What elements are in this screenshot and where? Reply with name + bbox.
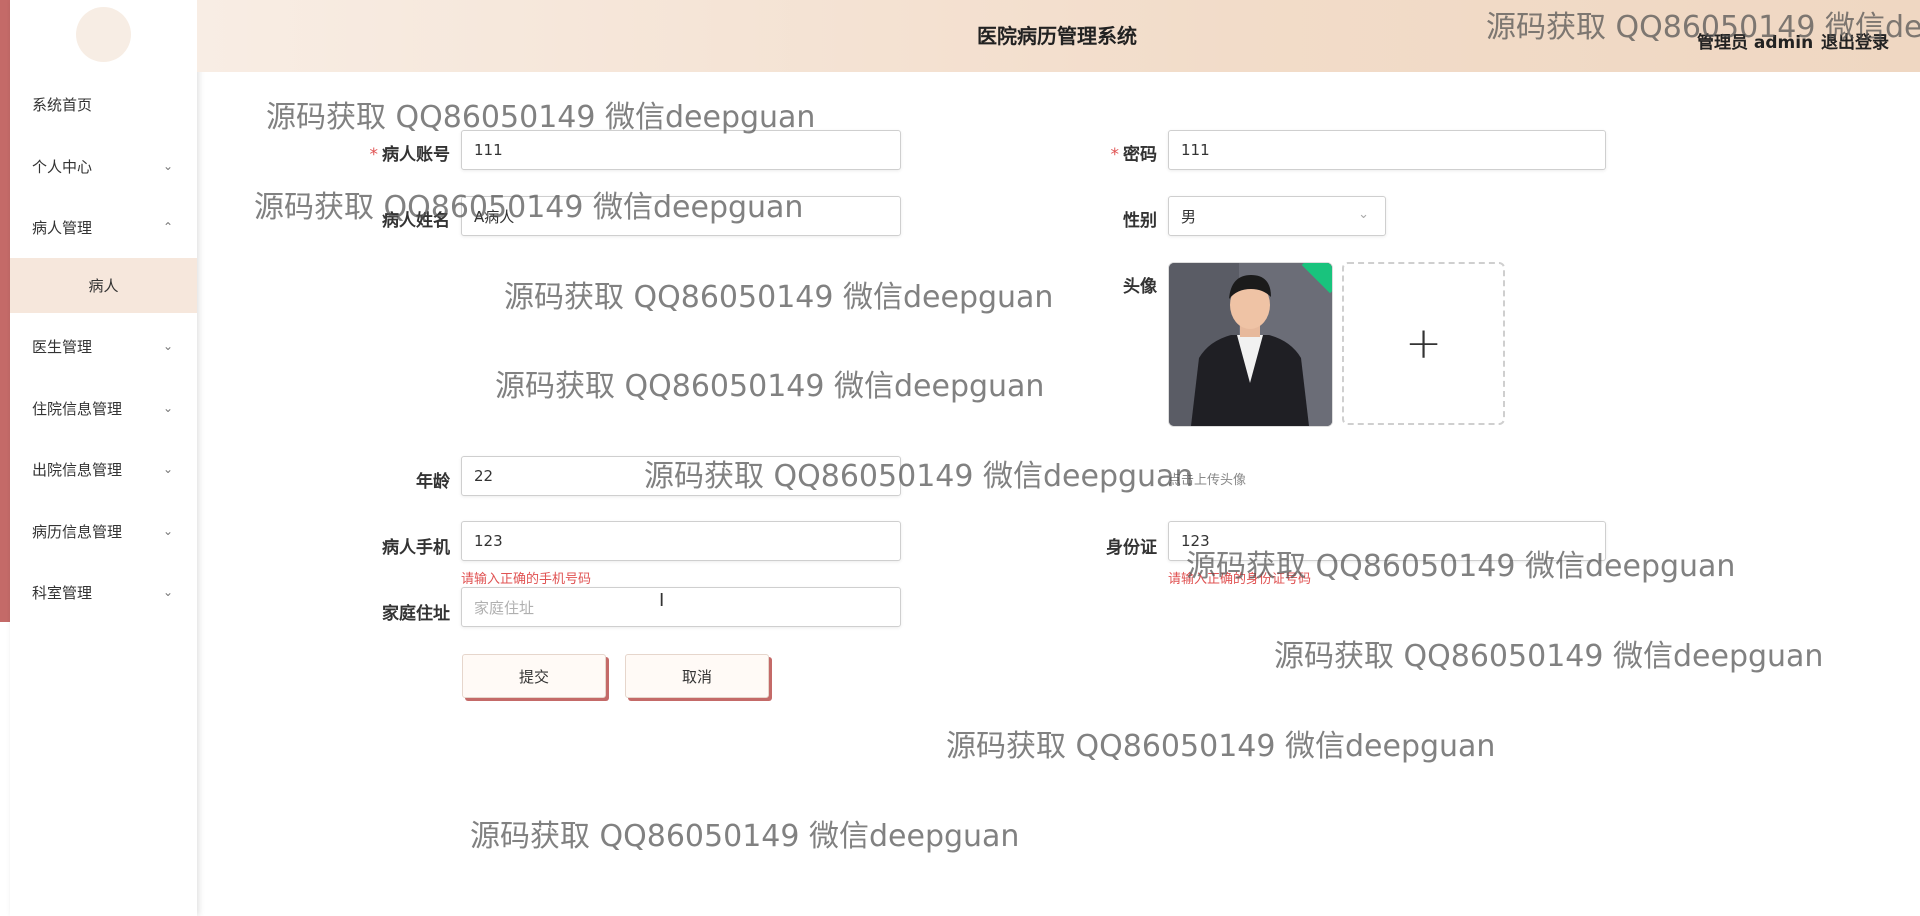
idcard-input[interactable]: 123 bbox=[1168, 521, 1606, 561]
name-input[interactable]: A病人 bbox=[461, 196, 901, 236]
plus-icon: + bbox=[1405, 318, 1442, 369]
cancel-button[interactable]: 取消 bbox=[625, 654, 769, 698]
idcard-label: 身份证 bbox=[1106, 538, 1157, 558]
page-title: 医院病历管理系统 bbox=[977, 24, 1137, 48]
phone-input[interactable]: 123 bbox=[461, 521, 901, 561]
sidebar-subitem-patient[interactable]: 病人 bbox=[10, 258, 197, 313]
phone-label: 病人手机 bbox=[382, 538, 450, 558]
watermark: 源码获取 QQ86050149 微信deepguan bbox=[1274, 639, 1824, 674]
address-input[interactable]: 家庭住址 bbox=[461, 587, 901, 627]
avatar-photo[interactable] bbox=[1168, 262, 1333, 427]
sidebar-item-doctor-management[interactable]: 医生管理 ⌄ bbox=[10, 326, 197, 366]
sidebar-item-medical-record[interactable]: 病历信息管理 ⌄ bbox=[10, 511, 197, 551]
sidebar-item-inpatient-info[interactable]: 住院信息管理 ⌄ bbox=[10, 388, 197, 428]
idcard-error: 请输入正确的身份证号码 bbox=[1168, 572, 1312, 587]
logout-link[interactable]: 退出登录 bbox=[1821, 28, 1889, 53]
name-label: 病人姓名 bbox=[382, 211, 450, 231]
password-input[interactable]: 111 bbox=[1168, 130, 1606, 170]
age-input[interactable]: 22 bbox=[461, 456, 901, 496]
sidebar-item-department[interactable]: 科室管理 ⌄ bbox=[10, 572, 197, 612]
avatar bbox=[76, 7, 131, 62]
sidebar-item-label: 出院信息管理 bbox=[32, 460, 123, 479]
sidebar-item-discharge-info[interactable]: 出院信息管理 ⌄ bbox=[10, 449, 197, 489]
watermark: 源码获取 QQ86050149 微信deepguan bbox=[470, 819, 1020, 854]
chevron-down-icon: ⌄ bbox=[1358, 207, 1369, 222]
sidebar-item-label: 病人管理 bbox=[32, 218, 93, 237]
avatar-label: 头像 bbox=[1123, 277, 1157, 297]
age-label: 年龄 bbox=[416, 472, 450, 492]
chevron-down-icon: ⌄ bbox=[162, 462, 173, 476]
chevron-down-icon: ⌄ bbox=[162, 339, 173, 353]
account-input[interactable]: 111 bbox=[461, 130, 901, 170]
avatar-hint: 点击上传头像 bbox=[1168, 473, 1247, 488]
sidebar-item-label: 住院信息管理 bbox=[32, 399, 123, 418]
sidebar-item-label: 系统首页 bbox=[32, 95, 93, 114]
gender-select[interactable]: 男 ⌄ bbox=[1168, 196, 1386, 236]
sidebar-item-personal-center[interactable]: 个人中心 ⌄ bbox=[10, 146, 197, 186]
chevron-down-icon: ⌄ bbox=[162, 401, 173, 415]
watermark: 源码获取 QQ86050149 微信deepguan bbox=[504, 280, 1054, 315]
sidebar-accent-stripe bbox=[0, 0, 10, 622]
sidebar-item-label: 科室管理 bbox=[32, 583, 93, 602]
sidebar-item-patient-management[interactable]: 病人管理 ⌃ bbox=[10, 207, 197, 247]
submit-button[interactable]: 提交 bbox=[462, 654, 606, 698]
gender-select-value: 男 bbox=[1181, 207, 1197, 226]
watermark: 源码获取 QQ86050149 微信deepguan bbox=[946, 729, 1496, 764]
account-label: * 病人账号 bbox=[369, 145, 451, 165]
sidebar-item-label: 个人中心 bbox=[32, 157, 93, 176]
chevron-down-icon: ⌄ bbox=[162, 585, 173, 599]
user-label: 管理员 admin bbox=[1697, 33, 1814, 53]
address-label: 家庭住址 bbox=[382, 604, 450, 624]
sidebar-subitem-label: 病人 bbox=[88, 277, 119, 295]
sidebar-item-label: 病历信息管理 bbox=[32, 522, 123, 541]
header: 医院病历管理系统 管理员 admin 退出登录 bbox=[197, 0, 1920, 72]
chevron-up-icon: ⌃ bbox=[162, 220, 173, 234]
sidebar-item-home[interactable]: 系统首页 bbox=[10, 84, 197, 124]
chevron-down-icon: ⌄ bbox=[162, 159, 173, 173]
watermark: 源码获取 QQ86050149 微信deepguan bbox=[495, 369, 1045, 404]
sidebar: 系统首页 个人中心 ⌄ 病人管理 ⌃ 病人 医生管理 ⌄ 住院信息管理 ⌄ 出院… bbox=[10, 0, 197, 916]
password-label: * 密码 bbox=[1110, 145, 1158, 165]
person-photo-icon bbox=[1169, 263, 1332, 426]
sidebar-item-label: 医生管理 bbox=[32, 337, 93, 356]
gender-label: 性别 bbox=[1123, 211, 1157, 231]
upload-avatar-button[interactable]: + bbox=[1342, 262, 1505, 425]
chevron-down-icon: ⌄ bbox=[162, 524, 173, 538]
text-cursor-icon: I bbox=[659, 590, 665, 611]
phone-error: 请输入正确的手机号码 bbox=[461, 572, 592, 587]
